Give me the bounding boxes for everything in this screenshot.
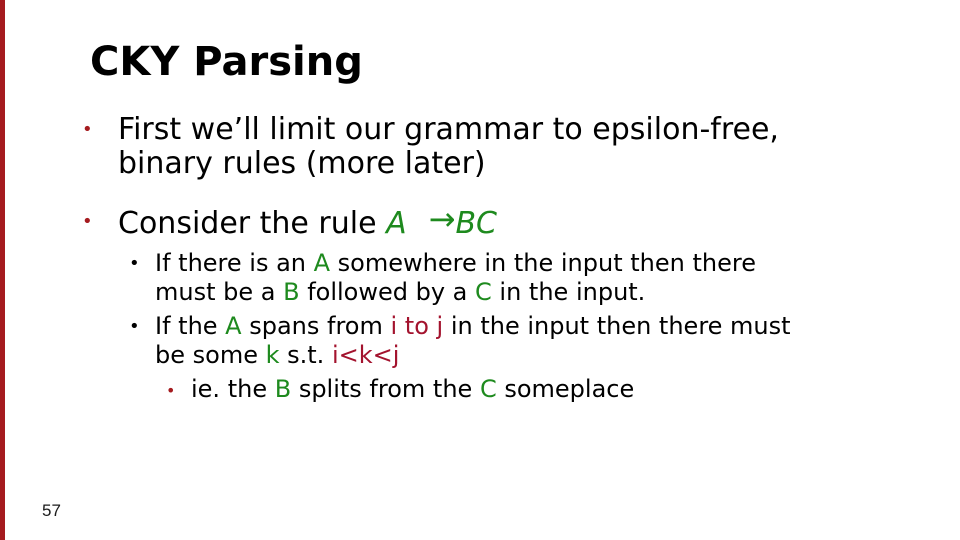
- symbol-a: A: [225, 312, 242, 340]
- slide-title: CKY Parsing: [90, 39, 363, 85]
- text-segment: splits from the: [291, 375, 480, 403]
- text-segment: be some: [155, 341, 266, 369]
- symbol-b: B: [283, 278, 300, 306]
- bullet-dot-icon: •: [129, 253, 140, 274]
- text-segment: If there is an: [155, 249, 314, 277]
- bullet-consider-rule: • Consider the rule A →BC: [82, 200, 497, 241]
- bullet-dot-icon: •: [166, 381, 176, 400]
- bullet-text-line2: binary rules (more later): [118, 146, 486, 181]
- text-segment: followed by a: [299, 278, 476, 306]
- text-segment: someplace: [496, 375, 635, 403]
- bullet-text-line1: First we’ll limit our grammar to epsilon…: [118, 112, 779, 147]
- symbol-c: C: [479, 375, 497, 403]
- rule-lhs: A: [386, 206, 407, 241]
- text-segment: in the input then there must: [443, 312, 791, 340]
- right-arrow-icon: →: [428, 200, 456, 238]
- text-segment: must be a: [155, 278, 284, 306]
- text-segment: somewhere in the input then there: [330, 249, 756, 277]
- symbol-c: C: [475, 278, 492, 306]
- bullet-epsilon-free: • First we’ll limit our grammar to epsil…: [82, 112, 779, 181]
- bullet-dot-icon: •: [82, 211, 93, 232]
- text-segment: spans from: [241, 312, 391, 340]
- span-range: i to j: [390, 312, 444, 340]
- bullet-dot-icon: •: [82, 119, 93, 140]
- bullet-text: Consider the rule: [118, 206, 387, 241]
- bullet-dot-icon: •: [129, 316, 140, 337]
- text-segment: s.t.: [279, 341, 332, 369]
- accent-bar: [0, 0, 5, 540]
- slide-number: 57: [42, 501, 61, 520]
- sub-bullet-line1: If the A spans from i to j in the input …: [155, 312, 791, 341]
- symbol-a: A: [313, 249, 331, 277]
- split-condition: i<k<j: [331, 341, 400, 369]
- sub-bullet-line2: be some k s.t. i<k<j: [155, 341, 791, 370]
- text-segment: in the input.: [491, 278, 646, 306]
- sub-sub-bullet-splits: • ie. the B splits from the C someplace: [166, 375, 635, 404]
- rule-rhs: BC: [455, 206, 497, 241]
- sub-bullet-line1: If there is an A somewhere in the input …: [155, 249, 756, 278]
- text-segment: If the: [155, 312, 226, 340]
- text-segment: ie. the: [191, 375, 275, 403]
- sub-bullet-line2: must be a B followed by a C in the input…: [155, 278, 756, 307]
- sub-bullet-a-spans: • If the A spans from i to j in the inpu…: [129, 312, 791, 370]
- sub-bullet-a-somewhere: • If there is an A somewhere in the inpu…: [129, 249, 756, 307]
- symbol-b: B: [274, 375, 292, 403]
- symbol-k: k: [265, 341, 280, 369]
